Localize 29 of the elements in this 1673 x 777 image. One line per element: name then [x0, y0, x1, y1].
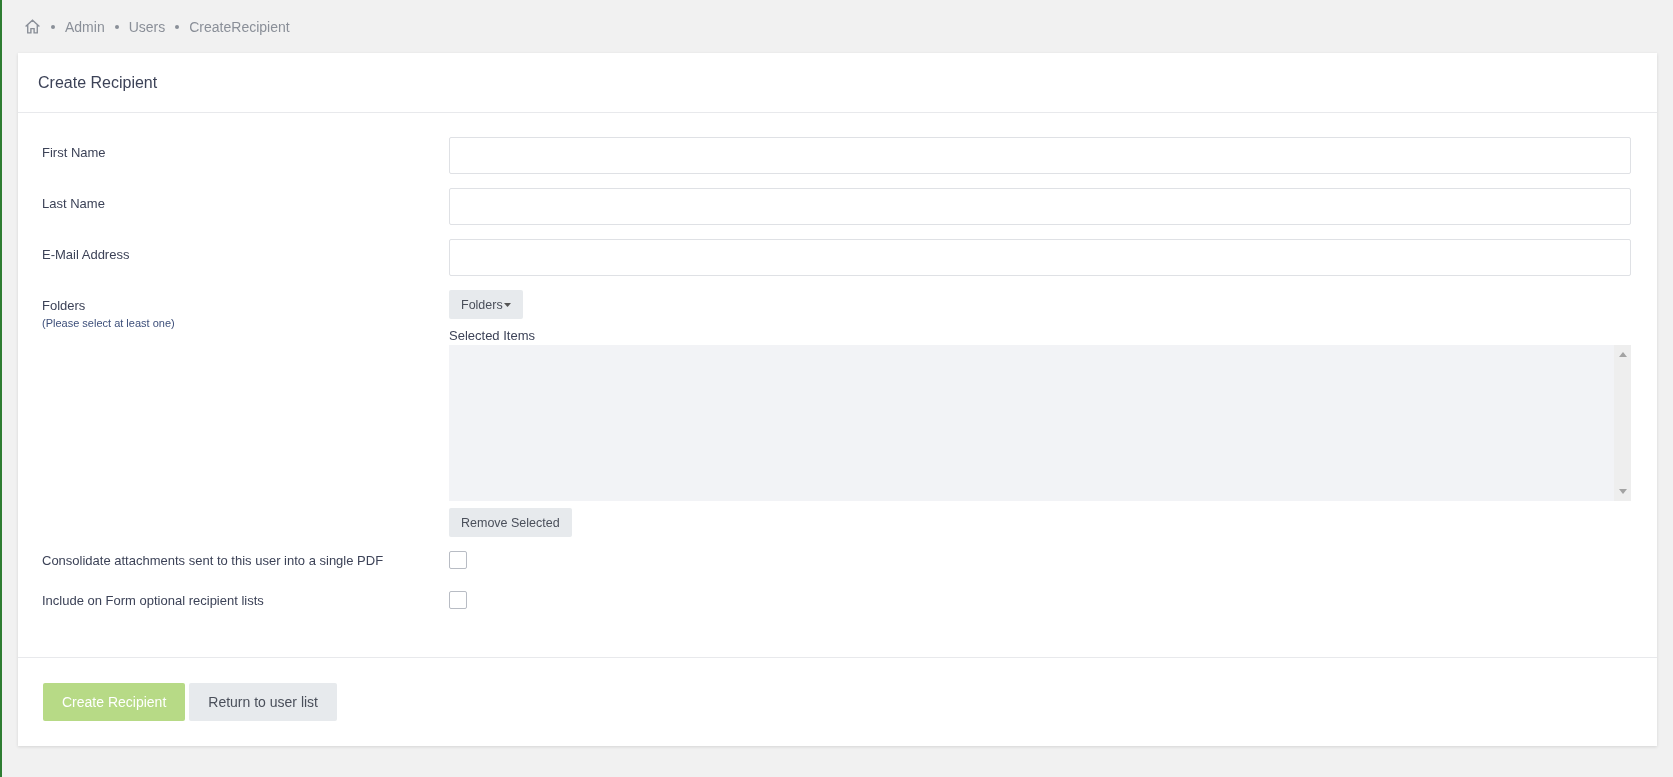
field-label: First Name	[42, 145, 106, 160]
scrollbar[interactable]	[1614, 345, 1631, 501]
input-field[interactable]	[449, 137, 1631, 174]
breadcrumb-link[interactable]: Users	[128, 18, 166, 35]
card-title: Create Recipient	[38, 73, 158, 92]
selected-items-list[interactable]	[449, 345, 1631, 501]
checkbox-label: Include on Form optional recipient lists	[42, 592, 264, 608]
scroll-up-icon[interactable]	[1618, 352, 1627, 357]
breadcrumb-separator-icon	[175, 24, 180, 29]
breadcrumb-link[interactable]: Admin	[65, 18, 105, 35]
caret-icon	[503, 302, 511, 307]
input-field[interactable]	[449, 188, 1631, 225]
breadcrumb-separator-icon	[114, 24, 119, 29]
checkbox-label: Consolidate attachments sent to this user into a single PDF	[42, 552, 384, 568]
breadcrumb-link[interactable]: CreateRecipient	[189, 18, 290, 35]
list-label: Selected Items	[449, 328, 535, 343]
field-label: E-Mail Address	[42, 247, 130, 262]
return-button[interactable]: Return to user list	[189, 683, 337, 721]
breadcrumb-separator-icon	[51, 24, 55, 29]
field-label: Folders	[42, 298, 87, 313]
input-field[interactable]	[449, 239, 1631, 276]
checkbox[interactable]	[449, 551, 467, 569]
hint-text: (Please select at least one)	[42, 317, 176, 329]
checkbox[interactable]	[449, 591, 467, 609]
scroll-down-icon[interactable]	[1618, 489, 1627, 494]
folders-dropdown-button[interactable]: Folders	[449, 290, 523, 319]
remove-selected-button[interactable]: Remove Selected	[449, 508, 572, 537]
field-label: Last Name	[42, 196, 105, 211]
home-icon[interactable]	[24, 18, 41, 35]
